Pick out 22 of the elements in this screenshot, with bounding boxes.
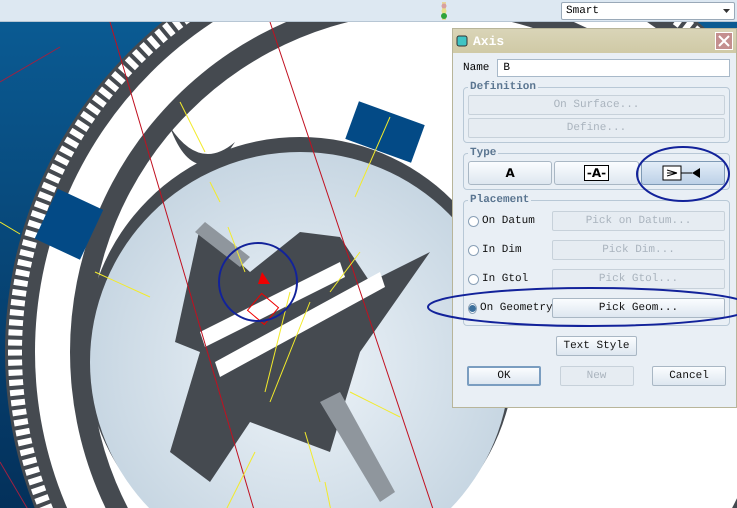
placement-radio[interactable]: On Datum bbox=[468, 215, 552, 227]
pick-button[interactable]: Pick Geom... bbox=[552, 298, 725, 318]
placement-radio[interactable]: In Dim bbox=[468, 244, 552, 256]
type-button[interactable] bbox=[640, 161, 725, 185]
dialog-title: Axis bbox=[473, 34, 506, 48]
name-label: Name bbox=[463, 62, 490, 74]
group-title: Type bbox=[469, 147, 498, 159]
dialog-button[interactable]: OK bbox=[467, 366, 541, 386]
placement-radio[interactable]: In Gtol bbox=[468, 273, 552, 285]
placement-radio[interactable]: On Geometry bbox=[468, 302, 552, 314]
type-button[interactable]: -A- bbox=[554, 161, 639, 185]
caret-icon[interactable] bbox=[723, 8, 730, 12]
name-field[interactable]: B bbox=[497, 59, 730, 77]
cube-icon bbox=[456, 35, 468, 47]
group-title: Placement bbox=[469, 194, 530, 206]
traffic-light-icon[interactable] bbox=[439, 2, 449, 20]
filter-dropdown[interactable]: Smart bbox=[561, 2, 735, 20]
dialog-button[interactable]: Cancel bbox=[652, 366, 726, 386]
text-style-button[interactable]: Text Style bbox=[556, 336, 636, 356]
type-button[interactable]: A bbox=[468, 161, 552, 185]
group-title: Definition bbox=[469, 81, 538, 93]
close-button[interactable] bbox=[715, 32, 733, 50]
